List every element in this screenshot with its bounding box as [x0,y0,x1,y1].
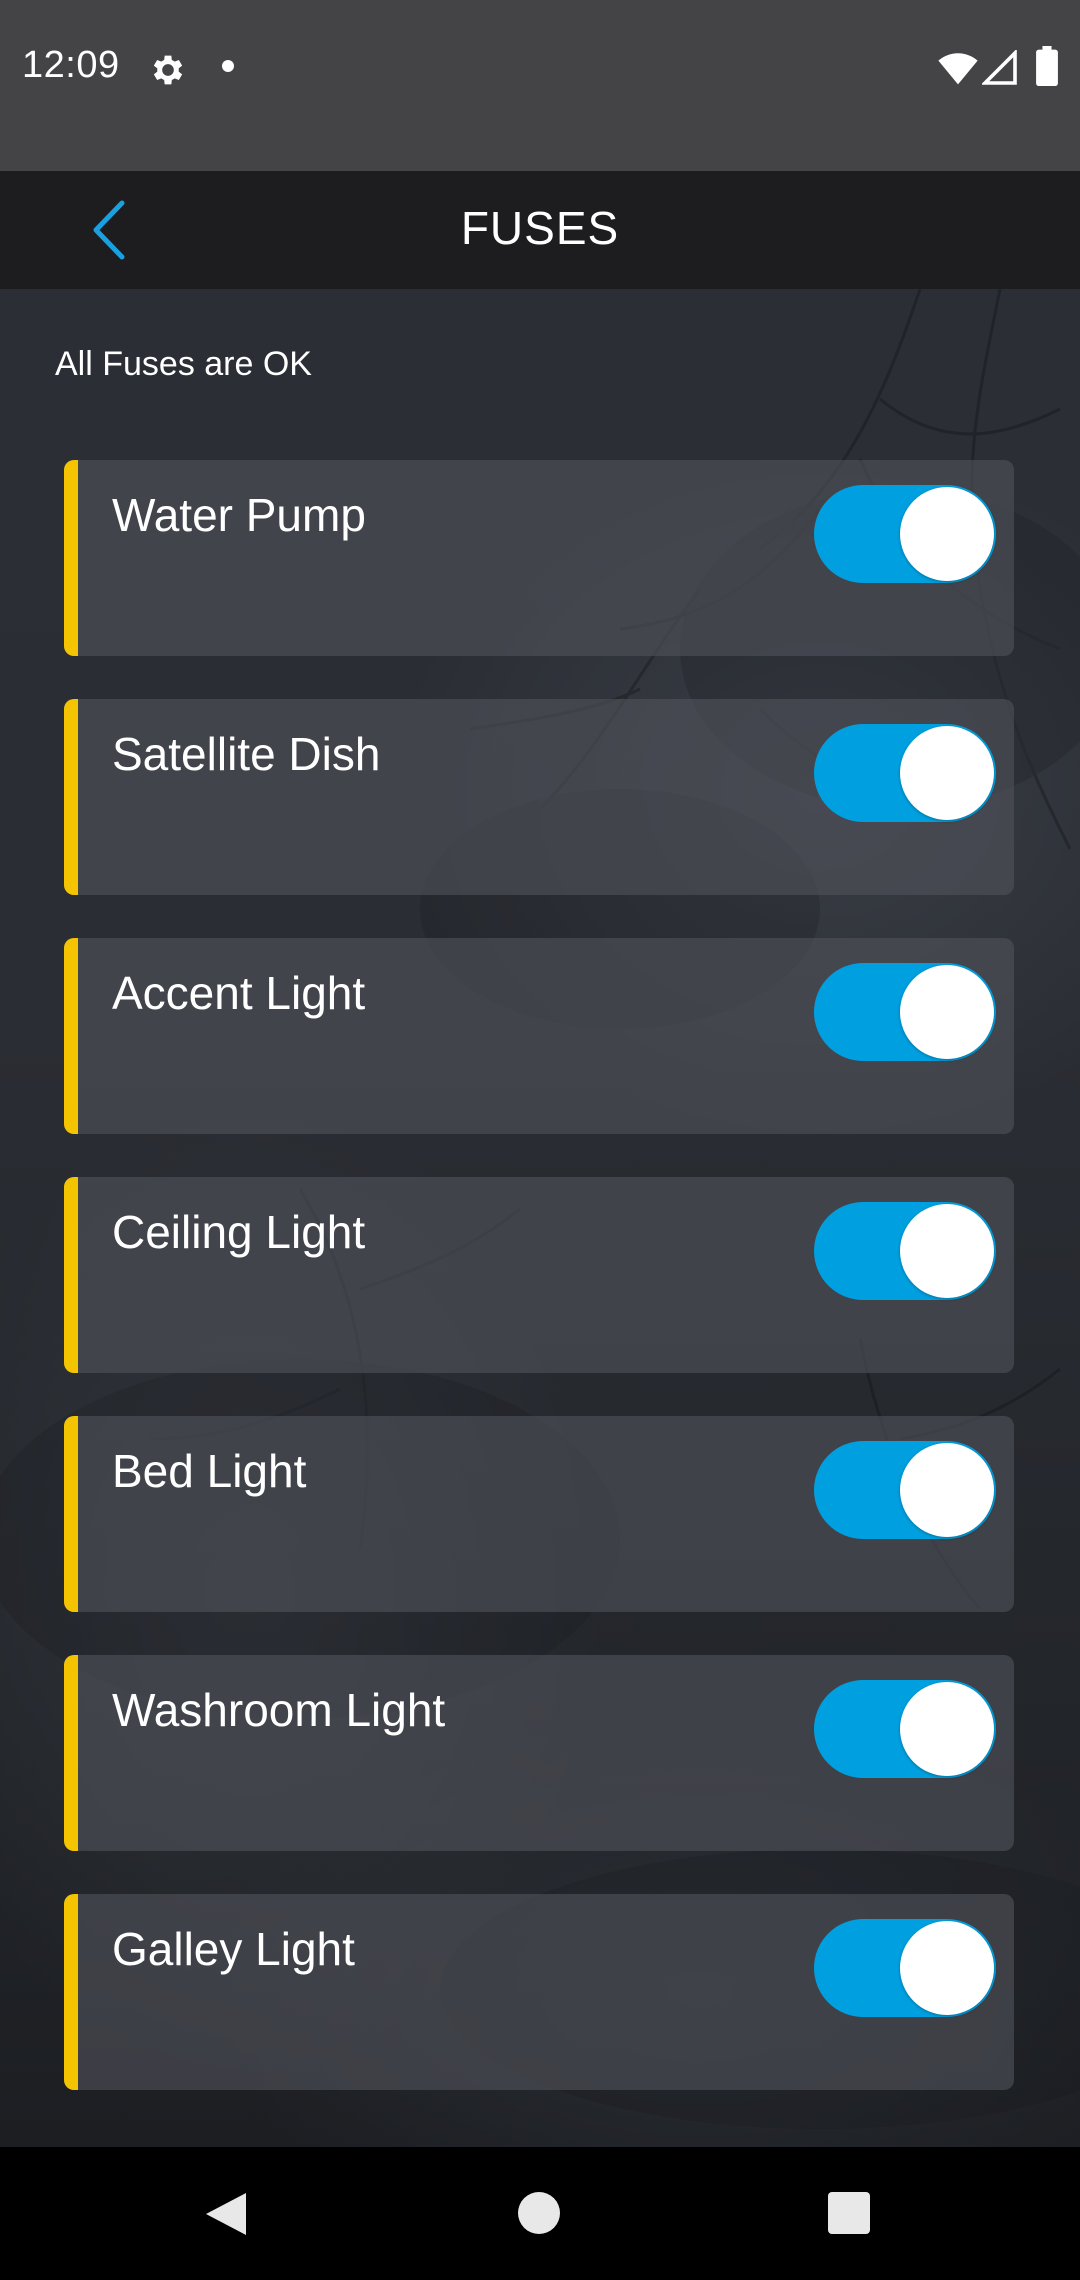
fuse-accent-bar [64,460,78,656]
fuse-label: Ceiling Light [112,1206,366,1258]
system-nav-bar [0,2147,1080,2280]
fuse-label: Bed Light [112,1445,307,1497]
fuse-accent-bar [64,699,78,895]
fuse-label: Galley Light [112,1923,355,1975]
toggle-knob [900,1682,994,1776]
fuse-card-bed-light: Bed Light [64,1416,1014,1612]
toggle-knob [900,487,994,581]
bed-light-toggle[interactable] [814,1441,996,1539]
nav-home-icon[interactable] [518,2192,560,2234]
fuses-screen: 12:09 FUSES All Fuses are OK Water Pump … [0,0,1080,2280]
fuse-accent-bar [64,1177,78,1373]
fuses-content: All Fuses are OK Water Pump Satellite Di… [0,289,1080,2147]
fuse-accent-bar [64,1655,78,1851]
fuse-label: Satellite Dish [112,728,381,780]
fuse-accent-bar [64,938,78,1134]
toggle-knob [900,1204,994,1298]
nav-back-icon[interactable] [204,2191,248,2237]
fuse-accent-bar [64,1416,78,1612]
gear-icon [153,55,183,85]
fuse-card-ceiling-light: Ceiling Light [64,1177,1014,1373]
status-bar: 12:09 [0,0,1080,171]
fuse-label: Water Pump [112,489,366,541]
cell-signal-icon [982,50,1017,85]
toggle-knob [900,726,994,820]
ceiling-light-toggle[interactable] [814,1202,996,1300]
app-header: FUSES [0,171,1080,289]
toggle-knob [900,1443,994,1537]
fuse-card-satellite-dish: Satellite Dish [64,699,1014,895]
toggle-knob [900,1921,994,2015]
nav-recents-icon[interactable] [828,2192,870,2234]
fuse-card-washroom-light: Washroom Light [64,1655,1014,1851]
fuse-label: Accent Light [112,967,366,1019]
fuse-accent-bar [64,1894,78,2090]
accent-light-toggle[interactable] [814,963,996,1061]
toggle-knob [900,965,994,1059]
fuse-status-text: All Fuses are OK [55,345,312,383]
status-time: 12:09 [22,44,120,86]
fuse-list: Water Pump Satellite Dish Accent Light C… [64,460,1014,2133]
fuse-card-galley-light: Galley Light [64,1894,1014,2090]
fuse-card-accent-light: Accent Light [64,938,1014,1134]
notification-dot-icon [222,60,234,72]
galley-light-toggle[interactable] [814,1919,996,2017]
wifi-icon [938,53,978,85]
water-pump-toggle[interactable] [814,485,996,583]
fuse-card-water-pump: Water Pump [64,460,1014,656]
page-title: FUSES [460,202,620,254]
fuse-label: Washroom Light [112,1684,446,1736]
washroom-light-toggle[interactable] [814,1680,996,1778]
satellite-dish-toggle[interactable] [814,724,996,822]
battery-icon [1036,46,1058,86]
